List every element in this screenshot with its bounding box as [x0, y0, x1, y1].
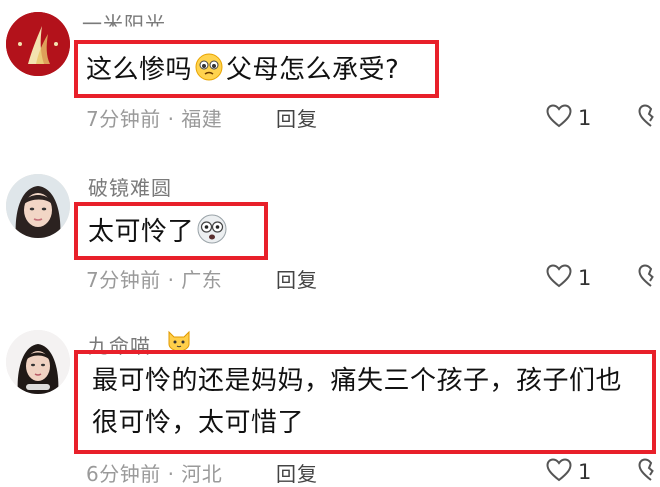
reply-button[interactable]: 回复	[276, 264, 318, 293]
comment-item: 九命喵 最可怜的还是妈妈，痛失三个孩子，孩子们也 很可怜，太可惜了 6分钟前 ·…	[0, 318, 660, 486]
comment-text: 最可怜的还是妈妈，痛失三个孩子，孩子们也 很可怜，太可惜了	[92, 360, 622, 444]
reply-button[interactable]: 回复	[276, 103, 318, 132]
comment-item: 一米阳光 这么惨吗 父母怎么承受? 7分钟前 · 福建 回复 1	[0, 0, 660, 150]
avatar[interactable]	[6, 12, 70, 76]
comment-text: 这么惨吗 父母怎么承受?	[86, 49, 399, 89]
like-count: 1	[578, 460, 592, 484]
comment-time-location: 7分钟前 · 福建	[86, 107, 223, 131]
like-button[interactable]: 1	[546, 104, 591, 132]
dislike-button[interactable]	[638, 104, 660, 132]
username[interactable]: 一米阳光	[82, 8, 166, 27]
comment-text: 太可怜了	[88, 211, 230, 252]
like-button[interactable]: 1	[546, 264, 591, 292]
dislike-button[interactable]	[638, 458, 660, 486]
broken-heart-icon	[638, 458, 654, 481]
avatar[interactable]	[6, 330, 70, 394]
avatar-image	[6, 174, 70, 238]
like-count: 1	[578, 106, 592, 130]
comment-highlight-box: 这么惨吗 父母怎么承受?	[74, 40, 439, 98]
username[interactable]: 破镜难圆	[88, 172, 172, 201]
heart-icon	[546, 104, 572, 132]
comment-highlight-box: 最可怜的还是妈妈，痛失三个孩子，孩子们也 很可怜，太可惜了	[74, 350, 656, 454]
like-count: 1	[578, 266, 592, 290]
comment-text-line: 最可怜的还是妈妈，痛失三个孩子，孩子们也	[92, 366, 623, 396]
comment-time-location: 7分钟前 · 广东	[86, 268, 223, 292]
like-button[interactable]: 1	[546, 458, 591, 486]
avatar-image	[6, 12, 70, 76]
pleading-face-icon	[194, 52, 224, 89]
reply-button[interactable]: 回复	[276, 458, 318, 487]
dislike-button[interactable]	[638, 264, 660, 292]
avatar[interactable]	[6, 174, 70, 238]
comment-text-line: 很可怜，太可惜了	[92, 408, 305, 438]
avatar-image	[6, 330, 70, 394]
comment-item: 破镜难圆 太可怜了 7分钟前 · 广东 回复 1	[0, 160, 660, 310]
broken-heart-icon	[638, 104, 654, 127]
heart-icon	[546, 264, 572, 292]
comment-highlight-box: 太可怜了	[74, 202, 268, 260]
shocked-face-icon	[196, 213, 228, 252]
broken-heart-icon	[638, 264, 654, 287]
heart-icon	[546, 458, 572, 486]
comment-time-location: 6分钟前 · 河北	[86, 462, 223, 486]
